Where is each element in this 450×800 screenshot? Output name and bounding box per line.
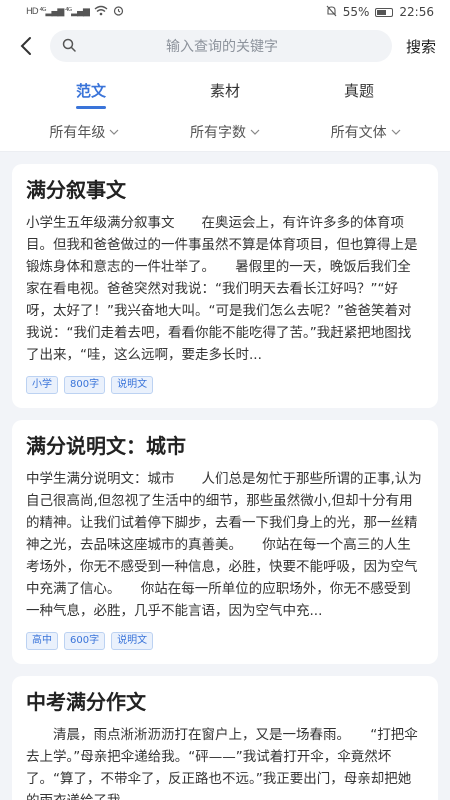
essay-card[interactable]: 中考满分作文 清晨，雨点淅淅沥沥打在窗户上，又是一场春雨。 “打把伞去上学。”母… — [12, 676, 438, 800]
tag-grade: 高中 — [26, 632, 58, 650]
chevron-down-icon — [250, 129, 260, 135]
status-right: 55% 22:56 — [326, 5, 434, 20]
essay-title: 满分说明文：城市 — [26, 434, 186, 458]
search-icon — [62, 37, 76, 56]
chevron-down-icon — [391, 129, 401, 135]
essay-title: 中考满分作文 — [26, 690, 146, 714]
tag-list: 高中 600字 说明文 — [26, 632, 424, 650]
tag-genre: 说明文 — [111, 632, 154, 650]
essay-excerpt: 小学生五年级满分叙事文 在奥运会上，有许许多多的体育项目。但我和爸爸做过的一件事… — [26, 215, 418, 363]
tag-grade: 小学 — [26, 376, 58, 394]
status-left: HD ⁴ᴳ▂▄▆ ⁴ᴳ▂▄▆ — [26, 5, 124, 19]
filter-wordcount[interactable]: 所有字数 — [190, 122, 260, 142]
search-placeholder: 输入查询的关键字 — [165, 39, 278, 55]
signal-icon: HD ⁴ᴳ▂▄▆ ⁴ᴳ▂▄▆ — [26, 7, 90, 17]
chevron-down-icon — [109, 129, 119, 135]
mute-icon — [326, 5, 337, 20]
tab-real-exams[interactable]: 真题 — [326, 72, 392, 109]
essay-list: 满分叙事文 小学生五年级满分叙事文 在奥运会上，有许许多多的体育项目。但我和爸爸… — [0, 152, 450, 800]
essay-excerpt: 清晨，雨点淅淅沥沥打在窗户上，又是一场春雨。 “打把伞去上学。”母亲把伞递给我。… — [26, 727, 418, 800]
search-row: 输入查询的关键字 搜索 — [0, 24, 450, 68]
tag-wordcount: 600字 — [64, 632, 106, 650]
back-arrow-icon[interactable] — [16, 36, 36, 56]
filter-bar: 所有年级 所有字数 所有文体 — [0, 112, 450, 152]
essay-card[interactable]: 满分叙事文 小学生五年级满分叙事文 在奥运会上，有许许多多的体育项目。但我和爸爸… — [12, 164, 438, 408]
search-button[interactable]: 搜索 — [406, 36, 436, 57]
search-input[interactable]: 输入查询的关键字 — [50, 30, 392, 62]
filter-genre-label: 所有文体 — [330, 124, 387, 141]
filter-genre[interactable]: 所有文体 — [331, 122, 401, 142]
tab-bar: 范文 素材 真题 — [0, 68, 450, 112]
tag-wordcount: 800字 — [64, 376, 106, 394]
essay-card[interactable]: 满分说明文：城市 中学生满分说明文：城市 人们总是匆忙于那些所谓的正事,认为自己… — [12, 420, 438, 664]
battery-icon — [375, 7, 394, 17]
essay-title: 满分叙事文 — [26, 178, 126, 202]
tab-model-essays[interactable]: 范文 — [58, 72, 124, 109]
essay-excerpt: 中学生满分说明文：城市 人们总是匆忙于那些所谓的正事,认为自己很高尚,但忽视了生… — [26, 471, 422, 619]
status-bar: HD ⁴ᴳ▂▄▆ ⁴ᴳ▂▄▆ 55% 22:56 — [0, 0, 450, 24]
battery-percent: 55% — [342, 5, 370, 19]
alarm-icon — [113, 5, 124, 19]
filter-grade[interactable]: 所有年级 — [49, 122, 119, 142]
wifi-icon — [94, 5, 108, 19]
clock: 22:56 — [399, 5, 434, 19]
tab-materials[interactable]: 素材 — [192, 72, 258, 109]
filter-wordcount-label: 所有字数 — [189, 124, 246, 141]
tag-genre: 说明文 — [111, 376, 154, 394]
filter-grade-label: 所有年级 — [49, 124, 106, 141]
tag-list: 小学 800字 说明文 — [26, 376, 424, 394]
